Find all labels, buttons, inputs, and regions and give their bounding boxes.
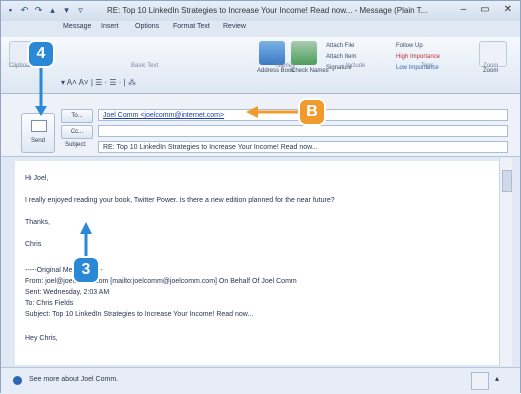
expand-arrow-icon[interactable]: ▴: [495, 374, 499, 383]
cc-field[interactable]: [98, 125, 508, 137]
body-to-line: To: Chris Fields: [25, 300, 74, 307]
close-button[interactable]: ✕: [504, 4, 512, 15]
title-bar: ▪ ↶ ↷ ▴ ▾ ▿ RE: Top 10 LinkedIn Strategi…: [1, 1, 520, 21]
send-button[interactable]: Send: [21, 113, 55, 153]
body-from-line: From: joel@joelcomm.com [mailto:joelcomm…: [25, 278, 297, 285]
tab-review[interactable]: Review: [223, 23, 246, 30]
basic-text-group-label: Basic Text: [131, 63, 159, 69]
body-scrollbar[interactable]: [499, 158, 512, 366]
tab-message[interactable]: Message: [63, 23, 91, 30]
ribbon-tabs: Message Insert Options Format Text Revie…: [1, 21, 520, 37]
names-group-label: Names: [276, 63, 296, 69]
body-name: Chris: [25, 241, 42, 248]
window-title: RE: Top 10 LinkedIn Strategies to Increa…: [107, 6, 428, 15]
body-line-1: I really enjoyed reading your book, Twit…: [25, 197, 335, 204]
up-icon[interactable]: ▴: [47, 5, 58, 16]
down-icon[interactable]: ▾: [61, 5, 72, 16]
info-icon: [13, 376, 22, 385]
subject-field[interactable]: RE: Top 10 LinkedIn Strategies to Increa…: [98, 141, 508, 153]
tab-options[interactable]: Options: [135, 23, 159, 30]
zoom-group-label: Zoom: [483, 63, 499, 69]
to-button[interactable]: To...: [61, 109, 93, 123]
step-b-callout: B: [300, 100, 324, 124]
attach-file-button[interactable]: Attach File: [326, 43, 354, 49]
body-thanks: Thanks,: [25, 219, 50, 226]
scrollbar-thumb[interactable]: [502, 170, 512, 192]
contact-picture-icon[interactable]: [471, 372, 489, 390]
step-3-callout: 3: [74, 258, 98, 282]
tab-insert[interactable]: Insert: [101, 23, 119, 30]
customize-icon[interactable]: ▿: [75, 5, 86, 16]
send-envelope-icon: [31, 120, 47, 132]
tab-format-text[interactable]: Format Text: [173, 23, 210, 30]
outlook-message-window: ▪ ↶ ↷ ▴ ▾ ▿ RE: Top 10 LinkedIn Strategi…: [0, 0, 521, 394]
minimize-button[interactable]: –: [461, 4, 467, 15]
attach-item-button[interactable]: Attach Item: [326, 54, 356, 60]
redo-icon[interactable]: ↷: [33, 5, 44, 16]
subject-label: Subject:: [65, 142, 87, 148]
body-hey: Hey Chris,: [25, 335, 58, 342]
font-controls[interactable]: ▾ A˄ A˅ | ☰ · ☰ · | ⁂: [61, 78, 136, 87]
body-sent-line: Sent: Wednesday, 2:03 AM: [25, 289, 110, 296]
address-book-icon[interactable]: [259, 41, 285, 65]
save-icon[interactable]: ▪: [5, 5, 16, 16]
send-label: Send: [30, 138, 45, 144]
follow-up-button[interactable]: Follow Up: [396, 43, 423, 49]
ribbon: ▾ A˄ A˅ | ☰ · ☰ · | ⁂ B I U ab· A· ≡≡≡ ⇤…: [1, 37, 520, 114]
quick-access-toolbar: ▪ ↶ ↷ ▴ ▾ ▿: [5, 5, 86, 16]
check-names-icon[interactable]: [291, 41, 317, 65]
check-names-label: Check Names: [291, 68, 329, 74]
undo-icon[interactable]: ↶: [19, 5, 30, 16]
cc-button[interactable]: Cc...: [61, 125, 93, 139]
step-4-callout: 4: [29, 42, 53, 66]
people-pane-bar: See more about Joel Comm. ▴: [1, 367, 520, 394]
to-recipient[interactable]: Joel Comm <joelcomm@internet.com>: [103, 112, 224, 119]
high-importance-button[interactable]: High Importance: [396, 54, 440, 60]
body-subject-line: Subject: Top 10 LinkedIn Strategies to I…: [25, 311, 254, 318]
people-pane-text[interactable]: See more about Joel Comm.: [29, 376, 118, 383]
include-group-label: Include: [346, 63, 366, 69]
tags-group-label: Tags: [421, 63, 434, 69]
window-controls: – ▭ ✕: [461, 4, 512, 15]
maximize-button[interactable]: ▭: [480, 4, 489, 15]
body-greeting: Hi Joel,: [25, 175, 49, 182]
